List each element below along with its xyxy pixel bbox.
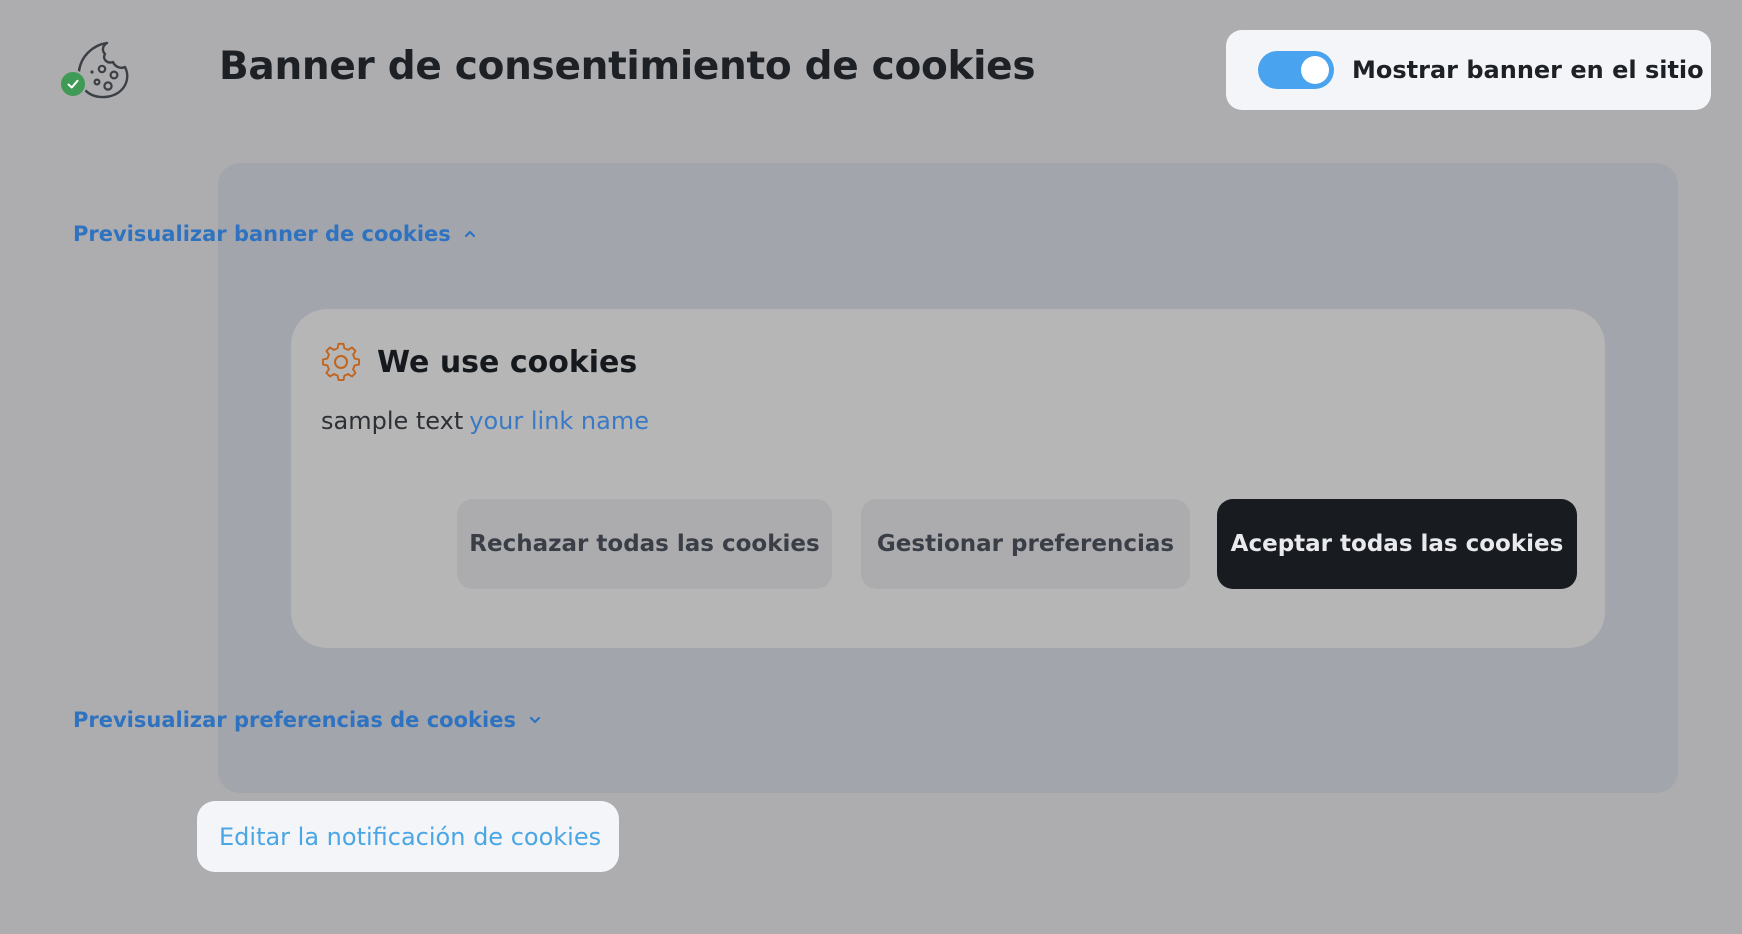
cookie-app-icon	[57, 36, 139, 104]
cookie-banner-text: sample text your link name	[321, 407, 649, 435]
success-badge	[59, 70, 87, 98]
toggle-knob	[1301, 56, 1329, 84]
cookie-banner-header: We use cookies	[321, 342, 637, 382]
cookie-banner-body: sample text	[321, 407, 464, 435]
cookie-banner-title: We use cookies	[377, 344, 638, 380]
chevron-up-icon	[463, 227, 477, 241]
show-banner-toggle-card: Mostrar banner en el sitio	[1226, 30, 1711, 110]
check-icon	[67, 79, 79, 89]
show-banner-toggle[interactable]	[1258, 51, 1334, 89]
preview-preferences-label: Previsualizar preferencias de cookies	[73, 708, 516, 732]
preview-banner-toggle[interactable]: Previsualizar banner de cookies	[73, 222, 477, 246]
preview-preferences-toggle[interactable]: Previsualizar preferencias de cookies	[73, 708, 542, 732]
cookie-policy-link[interactable]: your link name	[469, 407, 649, 435]
cookie-banner-preview: We use cookies sample text your link name…	[291, 309, 1605, 648]
page-title: Banner de consentimiento de cookies	[219, 44, 1036, 89]
edit-cookie-notification-link[interactable]: Editar la notificación de cookies	[197, 801, 619, 872]
reject-all-button[interactable]: Rechazar todas las cookies	[457, 499, 832, 589]
gear-icon	[321, 342, 361, 382]
manage-preferences-button[interactable]: Gestionar preferencias	[861, 499, 1190, 589]
preview-banner-label: Previsualizar banner de cookies	[73, 222, 451, 246]
accept-all-button[interactable]: Aceptar todas las cookies	[1217, 499, 1577, 589]
show-banner-label: Mostrar banner en el sitio	[1352, 56, 1704, 84]
chevron-down-icon	[528, 713, 542, 727]
